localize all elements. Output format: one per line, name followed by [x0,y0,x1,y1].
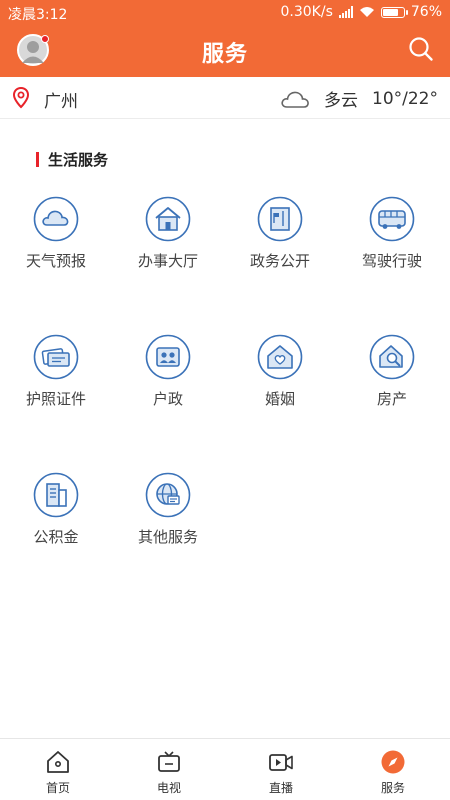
id-card-icon [145,334,191,380]
service-label: 婚姻 [264,390,295,408]
section-heading: 生活服务 [36,149,108,170]
heart-house-icon [257,334,303,380]
battery-percent: 76% [410,4,442,20]
tab-label: 直播 [268,781,293,795]
app-root: 凌晨3:12 0.30K/s 76% 服务 广州 多云 10°/22° 生活服务… [0,0,450,800]
tab-service[interactable]: 服务 [337,749,449,796]
service-driving[interactable]: 驾驶行驶 [336,196,448,296]
service-other[interactable]: 其他服务 [112,472,224,572]
temperature-range: 10°/22° [372,88,438,109]
location-pin-icon[interactable] [12,87,30,109]
service-passport[interactable]: 护照证件 [0,334,112,434]
building-icon [33,472,79,518]
compass-icon [381,750,405,774]
service-label: 政务公开 [249,252,310,270]
cloud-weather-icon [281,91,309,108]
service-label: 其他服务 [137,528,198,546]
status-bar: 凌晨3:12 0.30K/s 76% [0,0,450,26]
section-title: 生活服务 [48,151,109,169]
city-name[interactable]: 广州 [44,87,78,112]
tab-label: 电视 [156,781,181,795]
document-flag-icon [257,196,303,242]
service-label: 房产 [376,390,407,408]
home-icon [47,751,69,773]
tv-icon [158,751,180,772]
service-marriage[interactable]: 婚姻 [224,334,336,434]
service-household[interactable]: 户政 [112,334,224,434]
battery-icon [380,6,408,18]
house-search-icon [369,334,415,380]
service-label: 护照证件 [25,390,86,408]
service-label: 户政 [152,390,183,408]
weather-summary[interactable]: 多云 10°/22° [280,86,438,111]
passport-icon [33,334,79,380]
tab-home[interactable]: 首页 [2,749,114,796]
tab-label: 服务 [380,781,405,795]
section-accent-bar [36,152,39,167]
bus-icon [369,196,415,242]
service-hall[interactable]: 办事大厅 [112,196,224,296]
wifi-icon [359,7,374,17]
location-bar: 广州 多云 10°/22° [0,77,450,119]
service-label: 办事大厅 [137,252,198,270]
service-real-estate[interactable]: 房产 [336,334,448,434]
signal-icon [338,6,353,18]
status-time: 凌晨3:12 [8,7,68,23]
service-housing-fund[interactable]: 公积金 [0,472,112,572]
tab-live[interactable]: 直播 [225,749,337,796]
house-icon [145,196,191,242]
service-gov-affairs[interactable]: 政务公开 [224,196,336,296]
search-icon[interactable] [408,36,434,62]
bottom-tab-bar: 首页 电视 直播 服务 [0,738,450,800]
service-label: 天气预报 [25,252,86,270]
service-weather[interactable]: 天气预报 [0,196,112,296]
globe-icon [145,472,191,518]
status-right: 0.30K/s 76% [281,4,443,20]
top-bar: 凌晨3:12 0.30K/s 76% 服务 [0,0,450,77]
service-label: 公积金 [33,528,79,546]
page-title: 服务 [201,42,248,67]
live-video-icon [269,754,293,771]
app-header: 服务 [0,26,450,77]
weather-condition: 多云 [324,91,358,111]
network-speed: 0.30K/s [280,4,333,20]
tab-label: 首页 [45,781,70,795]
service-label: 驾驶行驶 [361,252,422,270]
cloud-icon [33,196,79,242]
tab-tv[interactable]: 电视 [113,749,225,796]
